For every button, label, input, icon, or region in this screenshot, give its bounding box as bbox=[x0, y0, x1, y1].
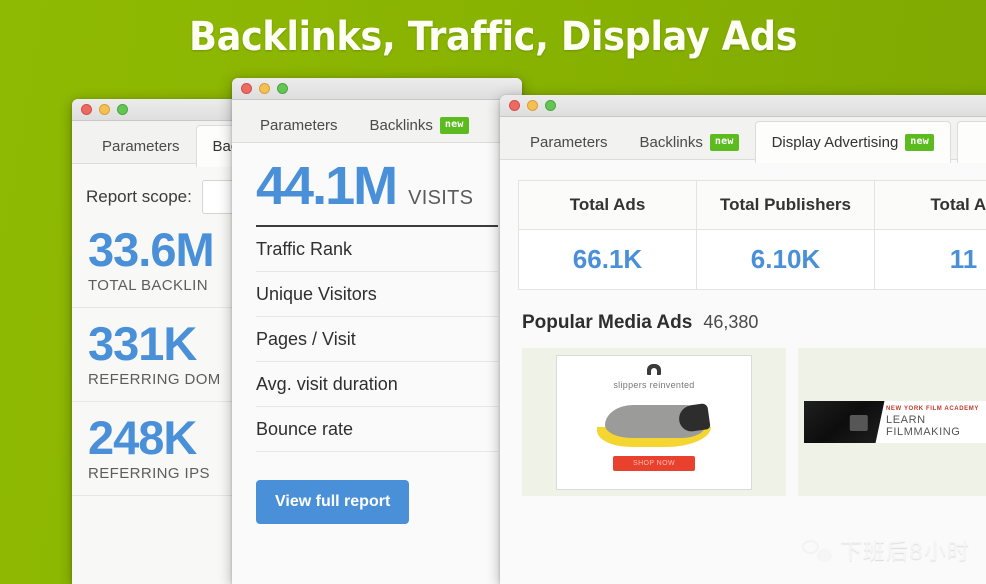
tab-label: Display Advertising bbox=[771, 134, 899, 151]
ad-creative: NEW YORK FILM ACADEMY LEARN FILMMAKING bbox=[804, 401, 986, 443]
tab-label: Parameters bbox=[260, 116, 338, 134]
brand-logo-icon bbox=[647, 363, 661, 375]
metric-row[interactable]: Bounce rate bbox=[256, 407, 498, 452]
wechat-bubble-front bbox=[817, 549, 832, 562]
tabbar-display-ads[interactable]: Parameters Backlinks new Display Adverti… bbox=[500, 117, 986, 163]
page-title: Backlinks, Traffic, Display Ads bbox=[188, 14, 798, 60]
new-badge: new bbox=[709, 133, 739, 151]
window-display-advertising[interactable]: Parameters Backlinks new Display Adverti… bbox=[500, 95, 986, 584]
tab-label: Backlinks bbox=[639, 133, 703, 151]
table-row: 66.1K 6.10K 11 bbox=[518, 229, 986, 290]
new-badge: new bbox=[905, 134, 934, 151]
metric-row[interactable]: Unique Visitors bbox=[256, 272, 498, 317]
ads-summary-table: Total Ads Total Publishers Total Ad 66.1… bbox=[518, 180, 986, 290]
tab-overflow-partial[interactable] bbox=[956, 121, 986, 163]
banner-text: NEW YORK FILM ACADEMY LEARN FILMMAKING bbox=[880, 401, 986, 443]
ad-thumbnail-slippers[interactable]: slippers reinvented SHOP NOW bbox=[522, 348, 786, 496]
close-icon[interactable] bbox=[241, 83, 252, 94]
media-ads-strip: slippers reinvented SHOP NOW NEW YORK FI… bbox=[500, 334, 986, 496]
minimize-icon[interactable] bbox=[99, 104, 110, 115]
metric-row[interactable]: Pages / Visit bbox=[256, 317, 498, 362]
new-badge: new bbox=[439, 116, 469, 134]
cell-total-ads: 66.1K bbox=[518, 229, 697, 290]
visits-value: 44.1M bbox=[256, 156, 398, 216]
visits-label: VISITS bbox=[408, 187, 474, 209]
wechat-watermark: 下班后8小时 bbox=[802, 534, 970, 566]
tabbar-traffic[interactable]: Parameters Backlinks new bbox=[232, 100, 522, 143]
column-header: Total Publishers bbox=[696, 180, 875, 230]
ad-cta-button[interactable]: SHOP NOW bbox=[613, 455, 695, 471]
maximize-icon[interactable] bbox=[545, 100, 556, 111]
column-header: Total Ads bbox=[518, 180, 697, 230]
tab-label: Parameters bbox=[530, 133, 608, 151]
watermark-text: 下班后8小时 bbox=[840, 540, 970, 565]
tab-parameters[interactable]: Parameters bbox=[244, 104, 354, 146]
titlebar-traffic[interactable] bbox=[232, 78, 522, 100]
minimize-icon[interactable] bbox=[259, 83, 270, 94]
tab-display-advertising[interactable]: Display Advertising new bbox=[754, 121, 951, 163]
section-count: 46,380 bbox=[703, 312, 759, 332]
tab-parameters[interactable]: Parameters bbox=[514, 121, 624, 163]
metric-row[interactable]: Traffic Rank bbox=[256, 227, 498, 272]
close-icon[interactable] bbox=[509, 100, 520, 111]
view-full-report-button[interactable]: View full report bbox=[256, 480, 410, 524]
maximize-icon[interactable] bbox=[277, 83, 288, 94]
tab-label: Backlinks bbox=[369, 116, 433, 134]
cell-total-publishers: 6.10K bbox=[696, 229, 875, 290]
cell-total-ad: 11 bbox=[874, 229, 986, 290]
ad-thumbnail-film-academy[interactable]: NEW YORK FILM ACADEMY LEARN FILMMAKING bbox=[798, 348, 986, 496]
minimize-icon[interactable] bbox=[527, 100, 538, 111]
tab-backlinks[interactable]: Backlinks new bbox=[624, 121, 755, 163]
tab-backlinks[interactable]: Backlinks new bbox=[354, 104, 485, 146]
ad-tagline: slippers reinvented bbox=[613, 379, 695, 390]
titlebar-display-ads[interactable] bbox=[500, 95, 986, 117]
popular-media-ads-header: Popular Media Ads 46,380 bbox=[500, 290, 986, 334]
wechat-bubble-back bbox=[802, 540, 819, 554]
tab-label: Parameters bbox=[102, 137, 180, 155]
report-scope-label: Report scope: bbox=[86, 187, 192, 206]
banner-headline: LEARN FILMMAKING bbox=[886, 414, 961, 438]
visits-summary: 44.1M VISITS bbox=[256, 143, 498, 227]
ad-creative: slippers reinvented SHOP NOW bbox=[556, 354, 752, 490]
table-header-row: Total Ads Total Publishers Total Ad bbox=[518, 180, 986, 230]
banner-photo-icon bbox=[804, 401, 885, 443]
metric-row[interactable]: Avg. visit duration bbox=[256, 362, 498, 407]
traffic-metric-list: Traffic Rank Unique Visitors Pages / Vis… bbox=[256, 227, 498, 452]
section-title: Popular Media Ads bbox=[522, 312, 693, 333]
window-traffic[interactable]: Parameters Backlinks new 44.1M VISITS Tr… bbox=[232, 78, 522, 584]
wechat-icon bbox=[802, 538, 832, 562]
column-header: Total Ad bbox=[874, 180, 986, 230]
tab-parameters[interactable]: Parameters bbox=[86, 125, 196, 167]
maximize-icon[interactable] bbox=[117, 104, 128, 115]
slipper-product-image bbox=[595, 399, 713, 447]
close-icon[interactable] bbox=[81, 104, 92, 115]
banner-brand: NEW YORK FILM ACADEMY bbox=[886, 406, 979, 412]
